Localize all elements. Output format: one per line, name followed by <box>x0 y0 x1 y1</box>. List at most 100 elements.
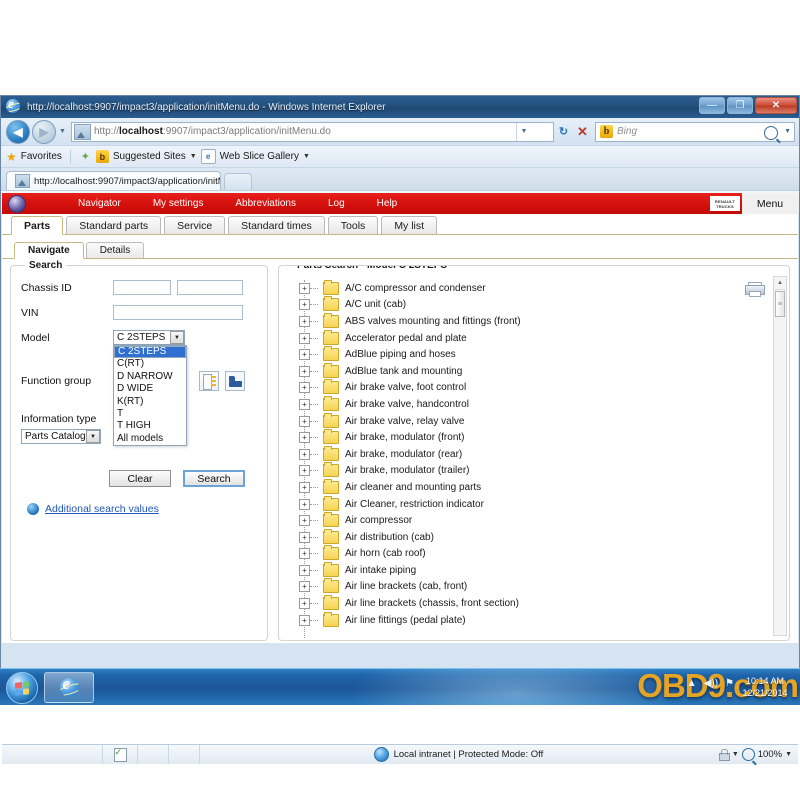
expand-icon[interactable]: + <box>299 398 310 410</box>
tree-node-label[interactable]: Air cleaner and mounting parts <box>345 482 481 493</box>
expand-icon[interactable]: + <box>299 581 310 593</box>
chevron-down-icon[interactable]: ▼ <box>785 751 792 758</box>
expand-icon[interactable]: + <box>299 465 310 477</box>
action-center-icon[interactable]: ⚑ <box>725 678 734 689</box>
vin-input[interactable] <box>113 305 243 320</box>
search-provider-dropdown-icon[interactable]: ▼ <box>784 128 791 135</box>
expand-icon[interactable]: + <box>299 481 310 493</box>
additional-search-values-link[interactable]: Additional search values <box>45 503 159 515</box>
refresh-button[interactable]: ↻ <box>554 122 573 142</box>
model-option-t-high[interactable]: T HIGH <box>114 420 186 432</box>
function-group-list-icon[interactable] <box>199 371 219 391</box>
tree-node-label[interactable]: Accelerator pedal and plate <box>345 333 467 344</box>
suggested-sites-label[interactable]: Suggested Sites <box>113 151 186 162</box>
model-option-d-wide[interactable]: D WIDE <box>114 383 186 395</box>
new-tab-button[interactable] <box>224 173 252 190</box>
menu-button[interactable]: Menu <box>742 193 798 214</box>
tab-service[interactable]: Service <box>164 216 226 234</box>
search-box[interactable]: b Bing ▼ <box>595 121 795 142</box>
forward-button[interactable]: ▶ <box>32 119 56 144</box>
tree-node-label[interactable]: Air Cleaner, restriction indicator <box>345 499 484 510</box>
tree-node-label[interactable]: Air horn (cab roof) <box>345 548 426 559</box>
menu-item-my-settings[interactable]: My settings <box>137 198 220 209</box>
tab-standard-parts[interactable]: Standard parts <box>66 216 162 234</box>
taskbar-clock[interactable]: 10:14 AM 12/21/2014 <box>736 675 794 699</box>
tree-node-label[interactable]: AdBlue tank and mounting <box>345 366 462 377</box>
information-type-select[interactable]: Parts Catalogue ▼ <box>21 429 101 444</box>
tree-node-label[interactable]: Air line brackets (cab, front) <box>345 581 467 592</box>
tree-node-label[interactable]: Air line brackets (chassis, front sectio… <box>345 598 519 609</box>
search-input[interactable]: Bing <box>617 126 637 137</box>
favorites-label[interactable]: Favorites <box>21 151 62 162</box>
expand-icon[interactable]: + <box>299 349 310 361</box>
model-option-c-2steps[interactable]: C 2STEPS <box>114 346 186 359</box>
expand-icon[interactable]: + <box>299 315 310 327</box>
clear-button[interactable]: Clear <box>109 470 171 487</box>
maximize-button[interactable]: ❐ <box>727 97 753 114</box>
tree-node-label[interactable]: A/C compressor and condenser <box>345 283 486 294</box>
vehicle-truck-icon[interactable] <box>225 371 245 391</box>
model-option-t[interactable]: T <box>114 408 186 420</box>
menu-item-log[interactable]: Log <box>312 198 361 209</box>
expand-icon[interactable]: + <box>299 415 310 427</box>
subtab-details[interactable]: Details <box>85 242 145 258</box>
results-scrollbar[interactable]: ▲ ≡ <box>773 276 787 636</box>
expand-icon[interactable]: + <box>299 515 310 527</box>
scroll-up-icon[interactable]: ▲ <box>774 277 786 290</box>
tree-node-label[interactable]: Air line fittings (pedal plate) <box>345 615 466 626</box>
start-button[interactable] <box>6 672 38 704</box>
expand-icon[interactable]: + <box>299 564 310 576</box>
expand-icon[interactable]: + <box>299 282 310 294</box>
tree-node-label[interactable]: Air brake valve, handcontrol <box>345 399 469 410</box>
menu-item-abbreviations[interactable]: Abbreviations <box>219 198 312 209</box>
expand-icon[interactable]: + <box>299 365 310 377</box>
model-select[interactable]: C 2STEPS ▼ <box>113 330 185 345</box>
tree-node-label[interactable]: A/C unit (cab) <box>345 299 406 310</box>
chevron-down-icon[interactable]: ▼ <box>732 751 739 758</box>
model-option-krt[interactable]: K(RT) <box>114 396 186 408</box>
tree-node-label[interactable]: Air brake valve, foot control <box>345 382 466 393</box>
tree-node-label[interactable]: Air brake, modulator (rear) <box>345 449 462 460</box>
tree-node-label[interactable]: Air brake, modulator (front) <box>345 432 465 443</box>
back-button[interactable]: ◀ <box>6 119 30 144</box>
zoom-level[interactable]: 100% <box>758 749 782 760</box>
chassis-id-input-1[interactable] <box>113 280 171 295</box>
expand-icon[interactable]: + <box>299 299 310 311</box>
chevron-down-icon[interactable]: ▼ <box>86 430 100 443</box>
zoom-icon[interactable] <box>741 748 755 761</box>
expand-icon[interactable]: + <box>299 332 310 344</box>
tab-my-list[interactable]: My list <box>381 216 438 234</box>
expand-icon[interactable]: + <box>299 432 310 444</box>
search-button[interactable]: Search <box>183 470 245 487</box>
volume-icon[interactable]: ◀)) <box>704 678 718 689</box>
model-option-all-models[interactable]: All models <box>114 433 186 445</box>
tab-parts[interactable]: Parts <box>11 216 64 235</box>
lock-icon[interactable] <box>717 748 730 761</box>
tree-node-label[interactable]: Air brake valve, relay valve <box>345 416 465 427</box>
tab-tools[interactable]: Tools <box>327 216 379 234</box>
search-icon[interactable] <box>764 125 778 140</box>
menu-item-help[interactable]: Help <box>361 198 414 209</box>
expand-icon[interactable]: + <box>299 498 310 510</box>
tree-node-label[interactable]: Air brake, modulator (trailer) <box>345 465 469 476</box>
model-option-crt[interactable]: C(RT) <box>114 358 186 370</box>
model-option-d-narrow[interactable]: D NARROW <box>114 371 186 383</box>
expand-icon[interactable]: + <box>299 382 310 394</box>
minimize-button[interactable]: — <box>699 97 725 114</box>
address-dropdown-icon[interactable]: ▼ <box>516 122 531 141</box>
expand-icon[interactable]: + <box>299 598 310 610</box>
recent-pages-dropdown-icon[interactable]: ▼ <box>56 121 69 143</box>
expand-icon[interactable]: + <box>299 531 310 543</box>
network-icon[interactable]: ▲ <box>687 678 697 689</box>
chevron-down-icon[interactable]: ▼ <box>170 331 184 344</box>
chassis-id-input-2[interactable] <box>177 280 243 295</box>
tab-standard-times[interactable]: Standard times <box>228 216 325 234</box>
model-dropdown-list[interactable]: C 2STEPS C(RT) D NARROW D WIDE K(RT) T T… <box>113 345 187 447</box>
taskbar-item-internet-explorer[interactable] <box>44 672 94 703</box>
tree-node-label[interactable]: ABS valves mounting and fittings (front) <box>345 316 521 327</box>
expand-icon[interactable]: + <box>299 548 310 560</box>
tree-node-label[interactable]: AdBlue piping and hoses <box>345 349 456 360</box>
expand-icon[interactable]: + <box>299 614 310 626</box>
expand-icon[interactable]: + <box>299 448 310 460</box>
chevron-down-icon[interactable]: ▼ <box>303 153 310 160</box>
